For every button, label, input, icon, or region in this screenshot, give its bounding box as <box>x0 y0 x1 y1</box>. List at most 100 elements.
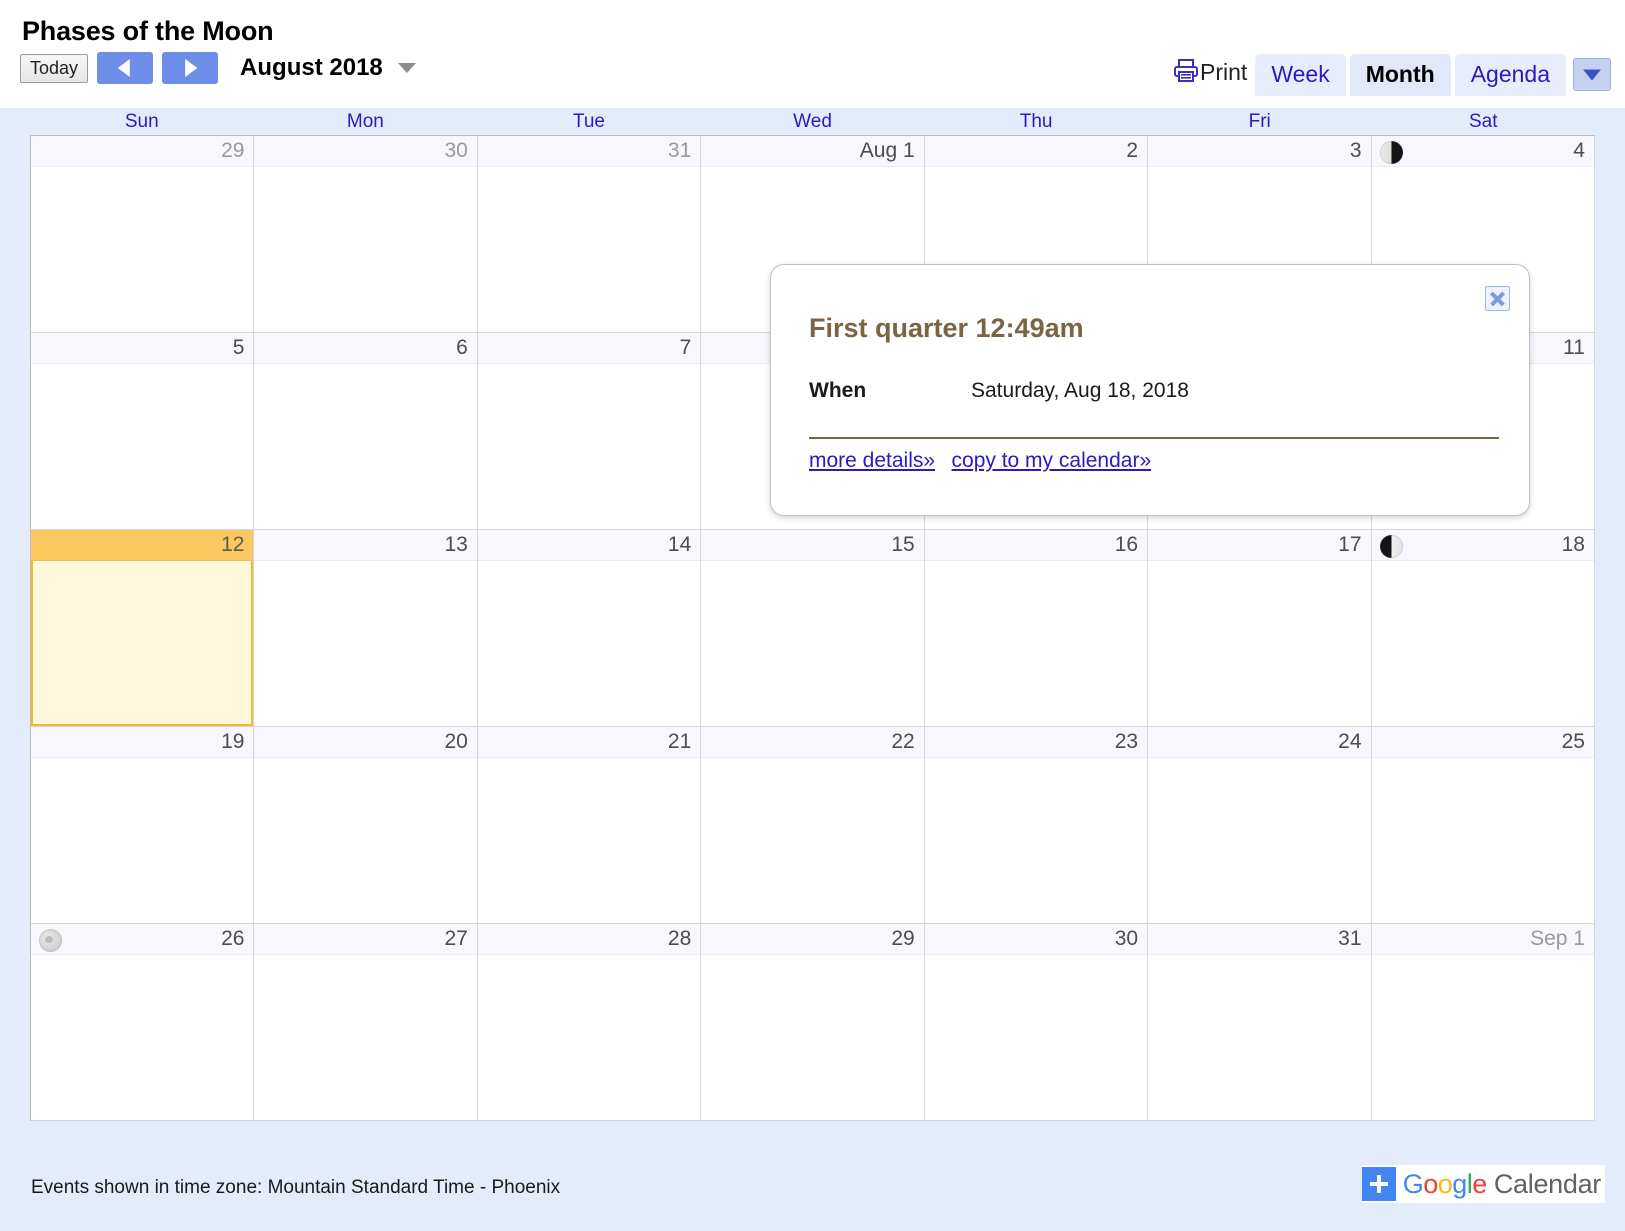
tab-agenda[interactable]: Agenda <box>1454 54 1566 96</box>
day-number: 20 <box>444 730 468 753</box>
day-number: 12 <box>221 533 245 556</box>
day-cell[interactable]: 19 <box>31 727 255 924</box>
day-cell-header: 30 <box>254 136 477 167</box>
copy-to-my-calendar-link[interactable]: copy to my calendar» <box>952 449 1152 472</box>
popup-divider <box>809 437 1499 439</box>
day-number: 24 <box>1338 730 1362 753</box>
day-cell-header: 29 <box>701 924 924 955</box>
logo-letter-g: G <box>1402 1168 1424 1199</box>
day-number: Aug 1 <box>859 139 915 162</box>
day-number: 4 <box>1573 139 1585 162</box>
dow-sun: Sun <box>124 111 159 132</box>
week-row: 12 13 14 15 16 17 18 <box>31 530 1595 727</box>
day-cell[interactable]: 21 <box>477 727 702 924</box>
day-cell-header: 4 <box>1371 136 1594 167</box>
day-number: 31 <box>667 139 692 162</box>
day-cell[interactable]: 25 <box>1371 727 1595 924</box>
logo-calendar-word: Calendar <box>1493 1168 1601 1199</box>
previous-month-button[interactable] <box>97 52 154 84</box>
day-cell[interactable]: 23 <box>924 727 1149 924</box>
view-options-dropdown-button[interactable] <box>1573 58 1611 91</box>
day-cell[interactable]: 17 <box>1148 530 1372 727</box>
day-number: 13 <box>444 533 468 556</box>
chevron-left-icon <box>117 59 130 77</box>
day-of-week-header-row: Sun Mon Tue Wed Thu Fri Sat <box>0 108 1625 135</box>
day-cell[interactable]: 28 <box>477 924 702 1121</box>
day-cell-header: 13 <box>254 530 477 561</box>
calendar-toolbar: Today August 2018 Print Week Month Agend… <box>0 52 1625 100</box>
print-label: Print <box>1200 59 1248 85</box>
more-details-link[interactable]: more details» <box>809 449 935 472</box>
day-cell[interactable]: 7 <box>477 333 702 530</box>
day-cell-header: 19 <box>31 727 254 758</box>
tab-week[interactable]: Week <box>1255 54 1346 96</box>
event-when-label: When <box>809 379 867 402</box>
day-number: 3 <box>1349 139 1362 162</box>
day-cell[interactable]: 24 <box>1148 727 1372 924</box>
plus-icon <box>1361 1167 1396 1201</box>
day-cell[interactable]: 22 <box>701 727 925 924</box>
chevron-right-icon <box>185 59 198 77</box>
dow-wed: Wed <box>793 111 832 132</box>
dow-mon: Mon <box>346 111 384 132</box>
day-cell[interactable]: 30 <box>924 924 1149 1121</box>
next-month-button[interactable] <box>162 52 219 84</box>
day-cell[interactable]: 16 <box>924 530 1149 727</box>
day-number: 15 <box>891 533 915 556</box>
event-details-popup: First quarter 12:49am When Saturday, Aug… <box>770 264 1530 516</box>
moon-phase-full-icon[interactable] <box>39 929 62 952</box>
close-icon[interactable] <box>1485 286 1510 311</box>
day-cell[interactable]: Sep 1 <box>1371 924 1595 1121</box>
day-number: 7 <box>679 336 692 359</box>
day-cell[interactable]: 29 <box>701 924 925 1121</box>
day-cell-header: 12 <box>31 530 254 561</box>
popup-links: more details» copy to my calendar» <box>809 449 1163 473</box>
day-cell[interactable]: 26 <box>31 924 255 1121</box>
day-cell-header: Aug 1 <box>701 136 924 167</box>
week-row: 19 20 21 22 23 24 25 <box>31 727 1595 924</box>
day-cell[interactable]: 29 <box>31 136 255 333</box>
day-number: 19 <box>221 730 245 753</box>
google-calendar-logo[interactable]: G o o g l e Calendar <box>1361 1165 1605 1203</box>
event-when-value: Saturday, Aug 18, 2018 <box>971 379 1189 402</box>
print-button[interactable]: Print <box>1173 57 1247 96</box>
day-cell[interactable]: 27 <box>254 924 478 1121</box>
logo-letter-o2: o <box>1437 1168 1453 1199</box>
today-button[interactable]: Today <box>20 53 89 83</box>
current-month-label: August 2018 <box>240 54 383 81</box>
day-cell[interactable]: 30 <box>254 136 478 333</box>
day-cell[interactable]: 31 <box>477 136 702 333</box>
logo-letter-e: e <box>1472 1168 1487 1199</box>
chevron-down-icon <box>1583 69 1601 80</box>
moon-phase-last-quarter-icon[interactable] <box>1379 141 1403 164</box>
day-cell[interactable]: 6 <box>254 333 478 530</box>
page-title: Phases of the Moon <box>22 16 274 46</box>
day-cell-header: 17 <box>1148 530 1371 561</box>
day-cell[interactable]: 13 <box>254 530 478 727</box>
day-cell[interactable]: 5 <box>31 333 255 530</box>
day-cell[interactable]: 20 <box>254 727 478 924</box>
day-cell-header: 3 <box>1148 136 1371 167</box>
day-cell-header: 5 <box>31 333 254 364</box>
dow-fri: Fri <box>1248 111 1271 132</box>
day-cell[interactable]: 18 <box>1371 530 1595 727</box>
day-cell-header: 29 <box>31 136 254 167</box>
dow-sat: Sat <box>1468 111 1498 132</box>
day-number: 14 <box>667 533 692 556</box>
day-cell[interactable]: 15 <box>701 530 925 727</box>
day-cell-header: 27 <box>254 924 477 955</box>
day-number: 27 <box>444 927 468 950</box>
day-number: 29 <box>891 927 915 950</box>
day-number: 25 <box>1561 730 1585 753</box>
toolbar-left-group: Today August 2018 <box>20 52 416 84</box>
day-cell[interactable]: 12 <box>31 530 255 727</box>
day-cell-header: 15 <box>701 530 924 561</box>
day-cell[interactable]: 14 <box>477 530 702 727</box>
logo-letter-o1: o <box>1423 1168 1438 1199</box>
day-number: 28 <box>667 927 692 950</box>
moon-phase-first-quarter-icon[interactable] <box>1379 535 1403 558</box>
tab-month[interactable]: Month <box>1349 54 1451 96</box>
logo-letter-g2: g <box>1452 1168 1467 1199</box>
chevron-down-icon[interactable] <box>397 63 416 73</box>
day-cell[interactable]: 31 <box>1148 924 1372 1121</box>
